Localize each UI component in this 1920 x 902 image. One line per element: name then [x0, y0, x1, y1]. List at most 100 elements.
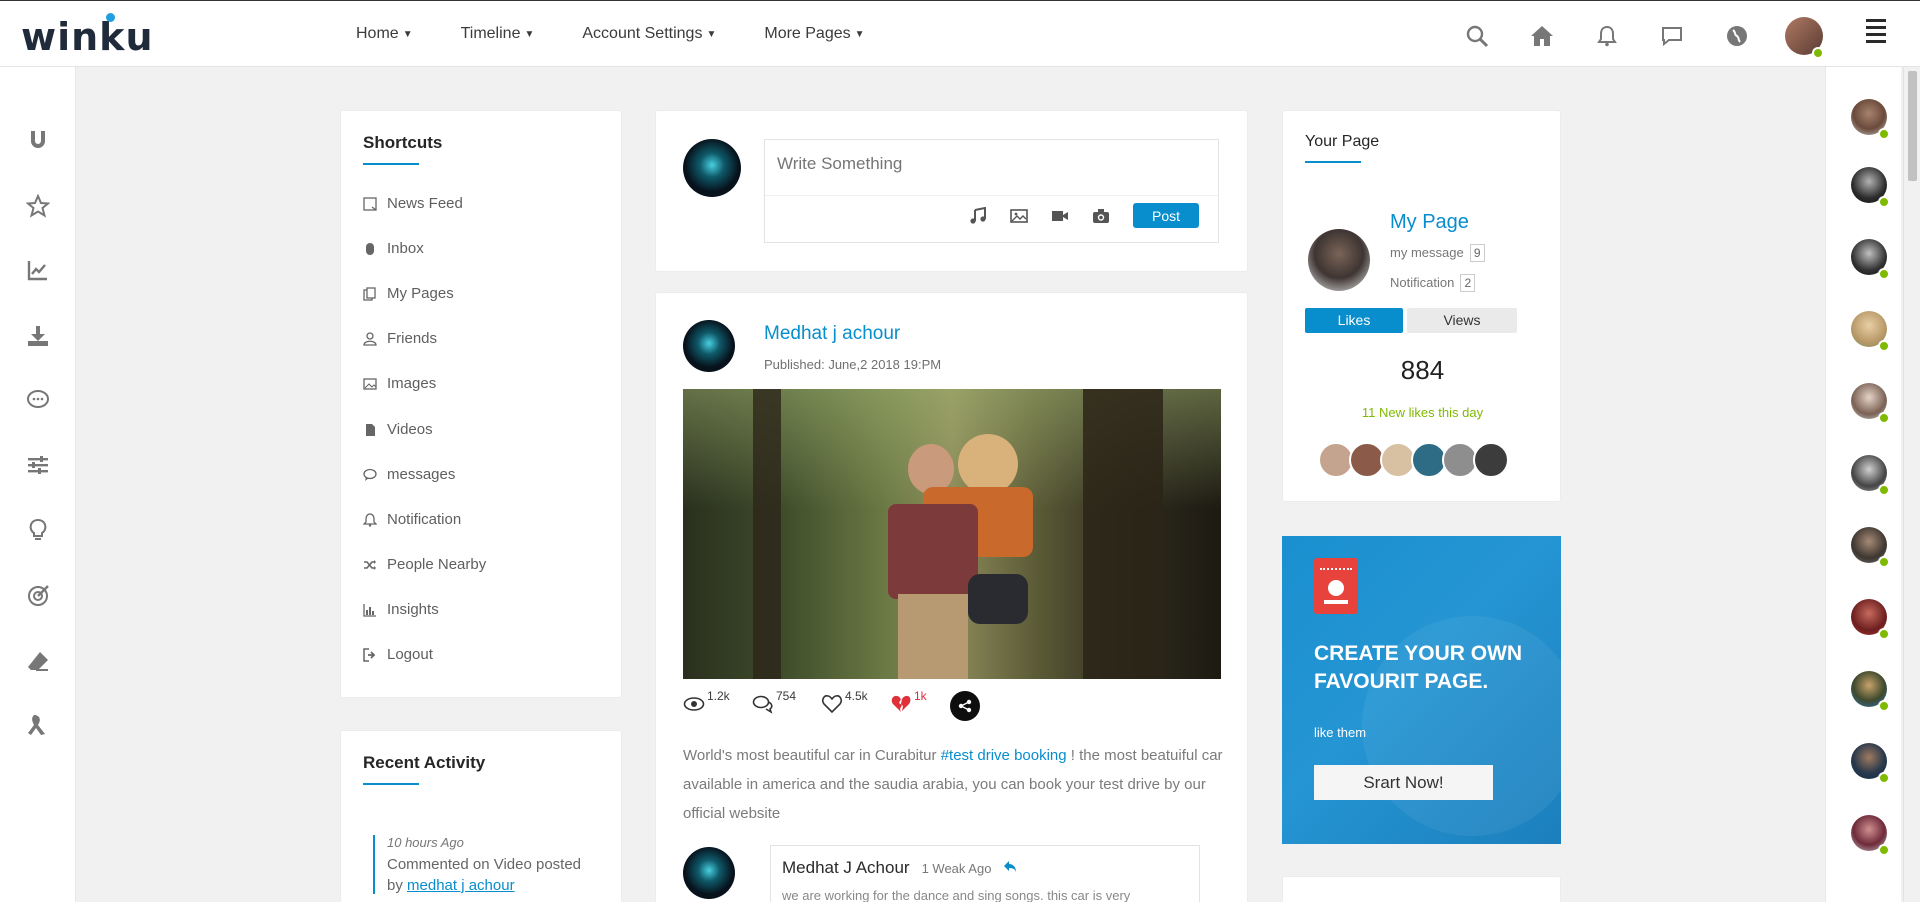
online-status-dot — [1878, 844, 1890, 856]
nav-timeline[interactable]: Timeline ▼ — [461, 25, 535, 43]
shortcut-images[interactable]: Images — [363, 375, 436, 392]
shortcut-insights[interactable]: Insights — [363, 601, 439, 618]
activity-item: 10 hours Ago Commented on Video posted b… — [373, 835, 603, 894]
shortcut-logout[interactable]: Logout — [363, 646, 433, 663]
chevron-down-icon: ▼ — [402, 28, 413, 40]
comment-time: 1 Weak Ago — [921, 861, 992, 876]
online-status-dot — [1878, 484, 1890, 496]
shortcut-people-nearby[interactable]: People Nearby — [363, 556, 486, 573]
tab-likes[interactable]: Likes — [1305, 308, 1403, 333]
home-icon[interactable] — [1509, 21, 1574, 51]
post-author-name[interactable]: Medhat j achour — [764, 323, 900, 345]
lightbulb-icon[interactable] — [25, 517, 51, 543]
tab-views[interactable]: Views — [1407, 308, 1517, 333]
page-notification-row[interactable]: Notification 2 — [1390, 274, 1476, 292]
widget-title: Shortcuts — [363, 133, 443, 152]
dislikes-count: 1k — [914, 689, 927, 703]
sliders-icon[interactable] — [25, 452, 51, 478]
views-count: 1.2k — [707, 689, 730, 703]
post-textarea[interactable] — [765, 140, 1218, 196]
search-icon[interactable] — [1444, 21, 1509, 51]
post-text-before: World's most beautiful car in Curabitur — [683, 747, 941, 764]
comment-avatar — [683, 847, 735, 899]
scrollbar-thumb[interactable] — [1908, 71, 1917, 181]
shortcut-label: Logout — [387, 646, 433, 663]
ad-title: CREATE YOUR OWN FAVOURIT PAGE. — [1314, 642, 1523, 693]
widget-title: Your Page — [1305, 133, 1380, 150]
chart-icon[interactable] — [25, 257, 51, 283]
dislikes-stat[interactable]: 1k — [890, 689, 927, 715]
reply-icon[interactable] — [1003, 859, 1017, 873]
share-button[interactable] — [950, 691, 980, 721]
music-icon[interactable] — [967, 206, 989, 226]
create-page-ad: CREATE YOUR OWN FAVOURIT PAGE. like them… — [1282, 536, 1561, 844]
post-author-avatar — [683, 320, 735, 372]
likes-stat[interactable]: 4.5k — [821, 689, 868, 715]
shortcut-label: Notification — [387, 511, 462, 528]
activity-by: by — [387, 877, 403, 894]
shortcut-videos[interactable]: Videos — [363, 421, 433, 438]
activity-link[interactable]: medhat j achour — [407, 877, 515, 894]
chevron-down-icon: ▼ — [854, 28, 865, 40]
chat-icon[interactable] — [1639, 21, 1704, 51]
comments-stat[interactable]: 754 — [752, 689, 796, 715]
nav-account-settings[interactable]: Account Settings ▼ — [582, 25, 716, 43]
globe-icon[interactable] — [1704, 21, 1769, 51]
shortcut-my-pages[interactable]: My Pages — [363, 285, 454, 302]
comments-icon[interactable] — [25, 387, 51, 413]
new-likes-text: 11 New likes this day — [1361, 405, 1484, 420]
broken-heart-icon — [891, 695, 911, 712]
post-button[interactable]: Post — [1133, 203, 1199, 228]
book-icon — [1314, 558, 1358, 614]
camera-icon[interactable] — [1090, 206, 1112, 226]
page-scrollbar[interactable] — [1903, 67, 1920, 902]
post-image[interactable] — [683, 389, 1221, 679]
comments-count: 754 — [776, 689, 797, 703]
ribbon-icon[interactable] — [25, 712, 51, 738]
heart-icon — [821, 695, 843, 714]
shortcuts-widget: Shortcuts News Feed Inbox My Pages Frien… — [340, 110, 622, 698]
views-stat[interactable]: 1.2k — [683, 689, 730, 715]
logo[interactable]: winku — [21, 15, 154, 59]
shortcut-news-feed[interactable]: News Feed — [363, 195, 463, 212]
menu-icon[interactable] — [1866, 19, 1886, 47]
download-icon[interactable] — [25, 323, 51, 349]
title-underline — [1305, 161, 1361, 163]
nav-home[interactable]: Home ▼ — [356, 25, 413, 43]
shortcut-label: People Nearby — [387, 556, 487, 573]
post-published-date: Published: June,2 2018 19:PM — [764, 357, 942, 372]
page-name[interactable]: My Page — [1390, 211, 1469, 234]
start-now-button[interactable]: Srart Now! — [1314, 765, 1493, 800]
bell-icon[interactable] — [1574, 21, 1639, 51]
post-hashtag-link[interactable]: #test drive booking — [941, 747, 1067, 764]
shortcut-messages[interactable]: messages — [363, 466, 455, 483]
nav-more-pages-label: More Pages — [764, 25, 851, 42]
chevron-down-icon: ▼ — [706, 28, 717, 40]
online-status-dot — [1878, 772, 1890, 784]
magnet-icon[interactable] — [25, 127, 51, 153]
page-messages-row[interactable]: my message 9 — [1390, 244, 1485, 262]
title-underline — [363, 783, 419, 785]
shortcut-notification[interactable]: Notification — [363, 511, 461, 528]
nav-more-pages[interactable]: More Pages ▼ — [764, 25, 864, 43]
video-icon[interactable] — [1049, 206, 1071, 226]
composer-box: Post — [764, 139, 1219, 243]
shortcut-label: Insights — [387, 601, 439, 618]
recent-activity-widget: Recent Activity 10 hours Ago Commented o… — [340, 730, 622, 902]
comment-box: Medhat J Achour 1 Weak Ago we are workin… — [770, 845, 1200, 902]
page-avatar — [1308, 229, 1370, 291]
eraser-icon[interactable] — [25, 648, 51, 674]
image-icon[interactable] — [1008, 206, 1030, 226]
nav-timeline-label: Timeline — [460, 25, 521, 42]
file-icon — [366, 423, 375, 436]
shortcut-inbox[interactable]: Inbox — [363, 240, 424, 257]
logout-icon — [363, 647, 376, 662]
liker-avatar[interactable] — [1473, 442, 1509, 478]
shortcut-label: Images — [387, 375, 437, 392]
comment-author[interactable]: Medhat J Achour — [782, 858, 910, 878]
chevron-down-icon: ▼ — [524, 28, 535, 40]
shortcut-friends[interactable]: Friends — [363, 330, 437, 347]
star-icon[interactable] — [25, 193, 51, 219]
nav-account-settings-label: Account Settings — [582, 25, 703, 42]
target-icon[interactable] — [25, 583, 51, 609]
